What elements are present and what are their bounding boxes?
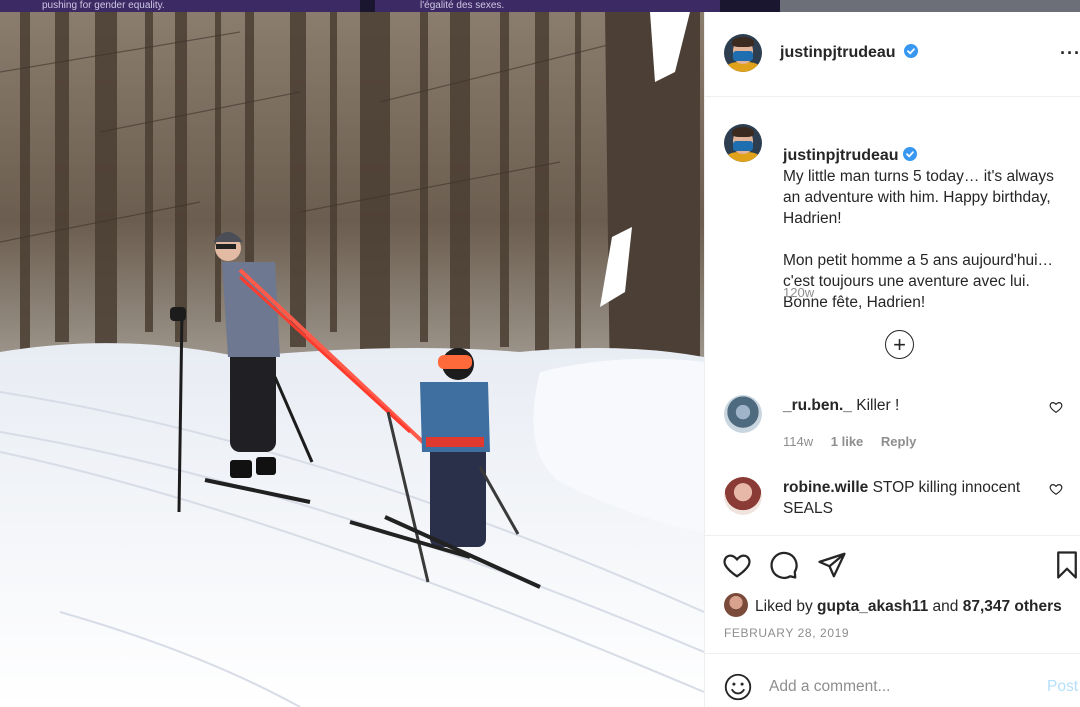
background-strip: pushing for gender equality. l'égalité d… [0,0,1080,12]
comment-username[interactable]: robine.wille [783,479,868,496]
liked-by-avatar[interactable] [724,593,748,617]
comment-likes[interactable]: 1 like [831,434,864,449]
post-header: justinpjtrudeau ··· [705,12,1080,97]
like-heart-icon[interactable] [722,550,752,580]
background-banner-left: pushing for gender equality. [0,0,360,12]
post-time-ago[interactable]: 120w [783,285,814,300]
comment-reply-button[interactable]: Reply [881,434,916,449]
caption-text: justinpjtrudeau My little man turns 5 to… [783,124,1073,313]
comment-text: Killer ! [856,397,900,414]
save-bookmark-icon[interactable] [1052,550,1080,580]
author-username[interactable]: justinpjtrudeau [780,44,896,61]
caption-author-avatar[interactable] [724,124,762,162]
liked-by-and: and [932,598,959,615]
more-options-icon[interactable]: ··· [1060,43,1080,64]
liked-by-summary: Liked by gupta_akash11 and 87,347 others [724,593,1062,617]
caption-paragraph-fr: Mon petit homme a 5 ans aujourd'hui… c'e… [783,252,1054,311]
add-comment-input[interactable] [769,672,1029,702]
post-photo[interactable] [0,12,704,707]
post-sidebar: justinpjtrudeau ··· justinpjtrudeau My l… [704,12,1080,707]
post-actions: Liked by gupta_akash11 and 87,347 others… [705,535,1080,707]
comment-time[interactable]: 114w [783,434,813,449]
background-banner-tail [780,0,1080,12]
liked-by-prefix: Liked by [755,598,813,615]
share-paper-plane-icon[interactable] [817,550,847,580]
caption-username[interactable]: justinpjtrudeau [783,147,899,164]
liked-by-count[interactable]: 87,347 others [963,598,1062,615]
author-username-wrap: justinpjtrudeau [780,44,919,62]
caption-verified-badge-icon [902,147,917,161]
comment-bubble-icon[interactable] [769,550,799,580]
comment-like-heart-icon[interactable] [1049,482,1063,496]
commenter-avatar[interactable] [724,395,762,433]
author-avatar[interactable] [724,34,762,72]
comment-meta: 114w 1 like Reply [783,434,930,449]
post-comment-button[interactable]: Post [1047,678,1078,696]
verified-badge-icon [904,44,919,58]
emoji-smiley-icon[interactable] [724,673,752,701]
comment-username[interactable]: _ru.ben._ [783,397,852,414]
add-comment-bar: Post [705,653,1080,707]
commenter-avatar[interactable] [724,477,762,515]
caption-paragraph-en: My little man turns 5 today… it's always… [783,168,1054,227]
background-banner-right: l'égalité des sexes. [375,0,720,12]
load-more-comments-icon[interactable]: + [885,330,914,359]
comment-body: _ru.ben._ Killer ! [783,395,1033,416]
liked-by-user[interactable]: gupta_akash11 [817,598,928,615]
comment-body: robine.wille STOP killing innocent SEALS [783,477,1033,519]
skiing-photo-illustration [0,12,704,707]
comment-like-heart-icon[interactable] [1049,400,1063,414]
instagram-post-modal: pushing for gender equality. l'égalité d… [0,0,1080,707]
post-date[interactable]: FEBRUARY 28, 2019 [724,626,849,640]
